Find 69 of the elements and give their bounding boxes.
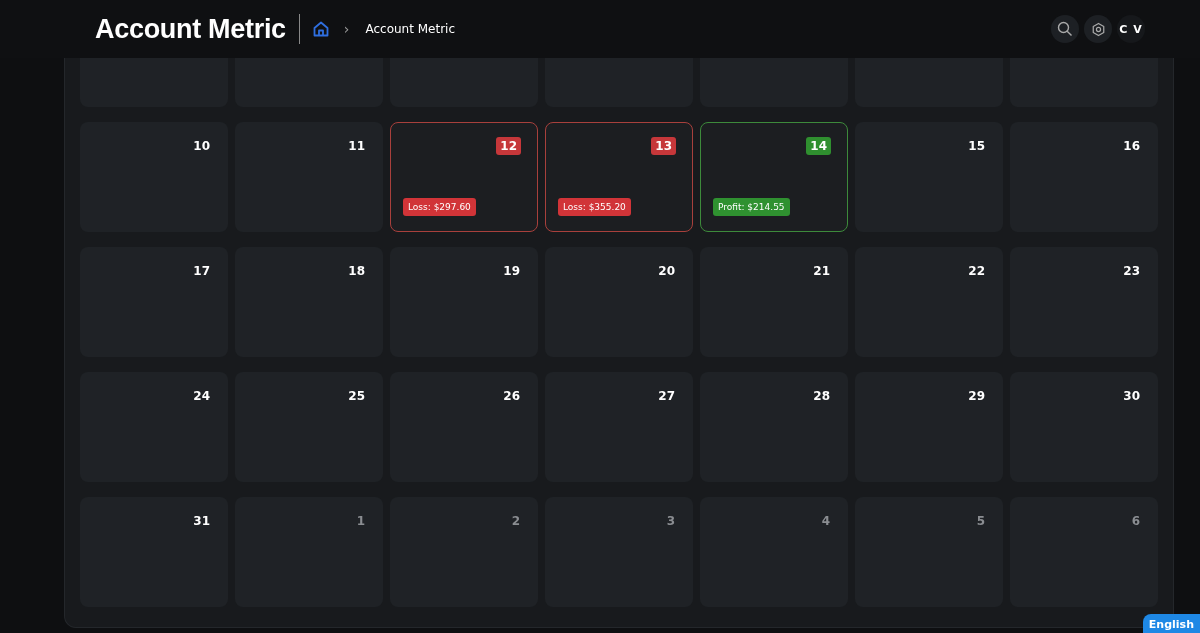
page-title: Account Metric [95, 13, 286, 45]
day-number: 30 [1123, 389, 1140, 403]
calendar-cell[interactable]: 11 [235, 122, 383, 232]
day-number: 22 [968, 264, 985, 278]
calendar-cell[interactable]: 21 [700, 247, 848, 357]
day-number: 21 [813, 264, 830, 278]
calendar-cell[interactable]: 22 [855, 247, 1003, 357]
calendar-cell[interactable]: 6 [1010, 497, 1158, 607]
result-tag: Loss: $297.60 [403, 198, 476, 216]
day-number: 27 [658, 389, 675, 403]
day-number: 29 [968, 389, 985, 403]
calendar-cell[interactable]: 4 [700, 497, 848, 607]
day-number: 10 [193, 139, 210, 153]
day-number: 12 [496, 137, 521, 155]
day-number: 1 [356, 514, 365, 528]
calendar-cell[interactable]: 15 [855, 122, 1003, 232]
day-number: 19 [503, 264, 520, 278]
calendar-cell[interactable]: 5 [855, 497, 1003, 607]
day-number: 16 [1123, 139, 1140, 153]
calendar-cell[interactable]: 23 [1010, 247, 1158, 357]
calendar-cell[interactable]: 10 [80, 122, 228, 232]
day-number: 31 [193, 514, 210, 528]
calendar-cell[interactable]: 24 [80, 372, 228, 482]
calendar-cell[interactable]: 19 [390, 247, 538, 357]
search-icon [1057, 21, 1073, 37]
day-number: 3 [666, 514, 675, 528]
day-number: 20 [658, 264, 675, 278]
calendar-cell[interactable]: 29 [855, 372, 1003, 482]
settings-button[interactable] [1084, 15, 1112, 43]
calendar-cell[interactable]: 2 [390, 497, 538, 607]
language-button[interactable]: English [1142, 614, 1200, 633]
day-number: 5 [976, 514, 985, 528]
day-number: 28 [813, 389, 830, 403]
calendar-cell[interactable]: 16 [1010, 122, 1158, 232]
day-number: 26 [503, 389, 520, 403]
search-button[interactable] [1051, 15, 1079, 43]
day-number: 11 [348, 139, 365, 153]
user-avatar[interactable]: C V [1117, 15, 1145, 43]
day-number: 14 [806, 137, 831, 155]
breadcrumb-separator: › [343, 21, 350, 37]
day-number: 17 [193, 264, 210, 278]
day-number: 24 [193, 389, 210, 403]
result-tag: Profit: $214.55 [713, 198, 790, 216]
calendar-cell[interactable]: 28 [700, 372, 848, 482]
day-number: 4 [821, 514, 830, 528]
day-number: 23 [1123, 264, 1140, 278]
calendar-cell[interactable]: 13 Loss: $355.20 [545, 122, 693, 232]
calendar-cell[interactable]: 18 [235, 247, 383, 357]
calendar-cell[interactable]: 1 [235, 497, 383, 607]
day-number: 2 [511, 514, 520, 528]
settings-icon [1090, 21, 1106, 37]
day-number: 25 [348, 389, 365, 403]
day-number: 6 [1131, 514, 1140, 528]
day-number: 15 [968, 139, 985, 153]
calendar-cell[interactable]: 25 [235, 372, 383, 482]
calendar-cell[interactable]: 30 [1010, 372, 1158, 482]
calendar-cell[interactable]: 14 Profit: $214.55 [700, 122, 848, 232]
breadcrumb-item[interactable]: Account Metric [365, 22, 455, 36]
calendar-cell[interactable]: 20 [545, 247, 693, 357]
calendar-cell[interactable]: 3 [545, 497, 693, 607]
day-number: 18 [348, 264, 365, 278]
home-icon[interactable] [311, 20, 330, 38]
calendar-cell[interactable]: 17 [80, 247, 228, 357]
calendar-cell[interactable]: 31 [80, 497, 228, 607]
calendar-cell[interactable]: 26 [390, 372, 538, 482]
day-number: 13 [651, 137, 676, 155]
calendar-cell[interactable]: 12 Loss: $297.60 [390, 122, 538, 232]
calendar-cell[interactable]: 27 [545, 372, 693, 482]
result-tag: Loss: $355.20 [558, 198, 631, 216]
